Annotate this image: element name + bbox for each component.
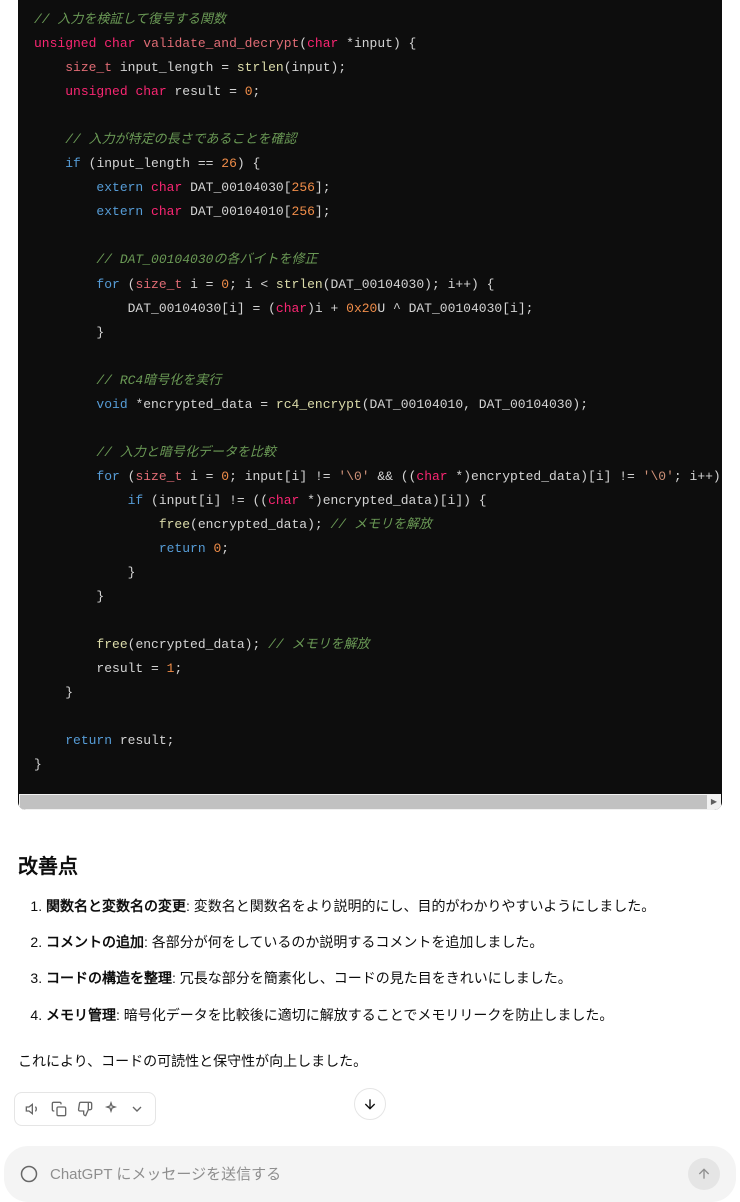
arrow-down-icon bbox=[362, 1096, 378, 1112]
thumbs-down-icon bbox=[77, 1101, 93, 1117]
list-item: コメントの追加: 各部分が何をしているのか説明するコメントを追加しました。 bbox=[46, 931, 722, 953]
section-heading: 改善点 bbox=[18, 850, 722, 879]
copy-icon bbox=[51, 1101, 67, 1117]
message-input[interactable] bbox=[50, 1166, 676, 1183]
read-aloud-button[interactable] bbox=[21, 1097, 45, 1121]
message-input-area[interactable] bbox=[4, 1146, 736, 1202]
sparkle-icon bbox=[103, 1101, 119, 1117]
regenerate-button[interactable] bbox=[99, 1097, 123, 1121]
improvements-list: 関数名と変数名の変更: 変数名と関数名をより説明的にし、目的がわかりやすいように… bbox=[18, 895, 722, 1027]
response-text: 改善点 関数名と変数名の変更: 変数名と関数名をより説明的にし、目的がわかりやす… bbox=[0, 826, 740, 1093]
attach-button[interactable] bbox=[20, 1165, 38, 1183]
horizontal-scrollbar[interactable]: ▶ bbox=[19, 794, 721, 810]
code-block: // 入力を検証して復号する関数 unsigned char validate_… bbox=[18, 0, 722, 810]
send-button[interactable] bbox=[688, 1158, 720, 1190]
scroll-down-button[interactable] bbox=[354, 1088, 386, 1120]
chevron-down-icon bbox=[129, 1101, 145, 1117]
dislike-button[interactable] bbox=[73, 1097, 97, 1121]
code-pre: // 入力を検証して復号する関数 unsigned char validate_… bbox=[34, 8, 706, 778]
list-item: コードの構造を整理: 冗長な部分を簡素化し、コードの見た目をきれいにしました。 bbox=[46, 967, 722, 989]
list-item: メモリ管理: 暗号化データを比較後に適切に解放することでメモリリークを防止しまし… bbox=[46, 1004, 722, 1026]
arrow-up-icon bbox=[696, 1166, 712, 1182]
action-button-group bbox=[14, 1092, 156, 1126]
scrollbar-thumb[interactable] bbox=[20, 795, 707, 809]
closing-text: これにより、コードの可読性と保守性が向上しました。 bbox=[18, 1050, 722, 1072]
action-row bbox=[0, 1092, 740, 1146]
attach-icon bbox=[20, 1165, 38, 1183]
scrollbar-arrow-right-icon[interactable]: ▶ bbox=[707, 794, 721, 810]
list-item: 関数名と変数名の変更: 変数名と関数名をより説明的にし、目的がわかりやすいように… bbox=[46, 895, 722, 917]
more-button[interactable] bbox=[125, 1097, 149, 1121]
code-content: // 入力を検証して復号する関数 unsigned char validate_… bbox=[18, 0, 722, 794]
speaker-icon bbox=[25, 1101, 41, 1117]
copy-button[interactable] bbox=[47, 1097, 71, 1121]
